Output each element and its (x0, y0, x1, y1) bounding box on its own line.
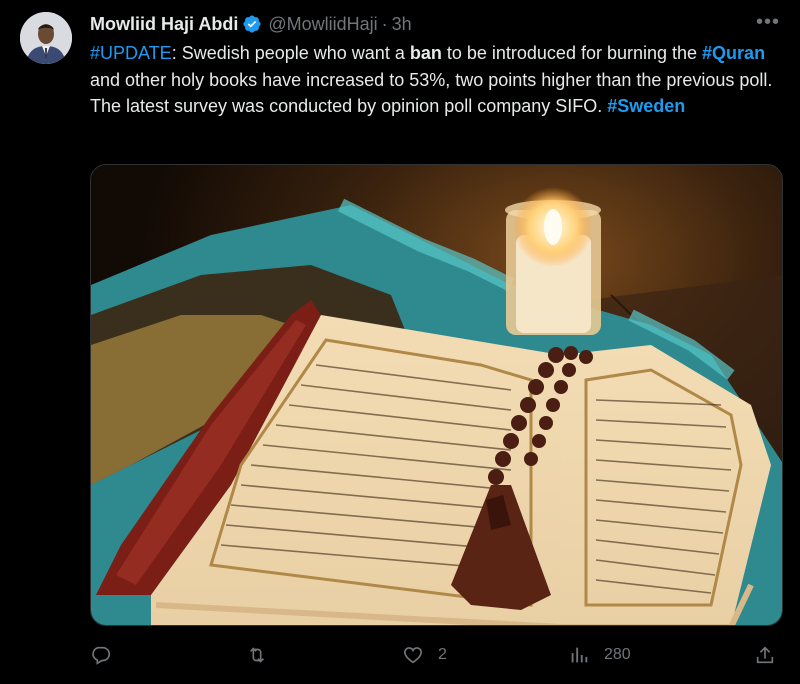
share-icon (756, 646, 774, 664)
verified-badge-icon (243, 15, 261, 33)
retweet-button[interactable] (246, 644, 268, 666)
tweet-text: #UPDATE: Swedish people who want a ban t… (90, 40, 780, 120)
tweet-actions: 2 280 (90, 644, 780, 670)
text-ban: ban (409, 43, 442, 63)
timestamp[interactable]: 3h (392, 14, 412, 35)
text-segment-4: The latest survey was conducted by opini… (90, 96, 608, 116)
like-count: 2 (438, 646, 447, 663)
hashtag-sweden[interactable]: #Sweden (607, 96, 685, 116)
reply-button[interactable] (90, 644, 112, 666)
hashtag-update[interactable]: #UPDATE (90, 43, 172, 63)
author-name[interactable]: Mowliid Haji Abdi (90, 14, 238, 35)
tweet-media-image[interactable] (90, 164, 783, 626)
text-segment-2: to be introduced for burning the (441, 43, 703, 63)
views-icon (571, 647, 588, 663)
views-button[interactable]: 280 (568, 644, 631, 666)
text-segment-1: : Swedish people who want a (171, 43, 410, 63)
separator-dot: · (381, 13, 388, 34)
share-button[interactable] (754, 644, 776, 666)
author-handle[interactable]: @MowliidHaji (268, 14, 377, 35)
more-options-icon[interactable]: ••• (756, 12, 780, 32)
reply-icon (92, 646, 111, 665)
hashtag-quran[interactable]: #Quran (702, 43, 765, 63)
text-segment-3: and other holy books have increased to 5… (90, 69, 773, 90)
quran-candle-photo (91, 165, 782, 625)
heart-icon (403, 647, 423, 664)
views-count: 280 (604, 646, 631, 663)
retweet-icon (249, 647, 265, 663)
avatar-image (20, 12, 72, 64)
tweet-header: Mowliid Haji Abdi @MowliidHaji · 3h ••• (90, 12, 780, 36)
avatar[interactable] (20, 12, 72, 64)
like-button[interactable]: 2 (402, 644, 447, 666)
